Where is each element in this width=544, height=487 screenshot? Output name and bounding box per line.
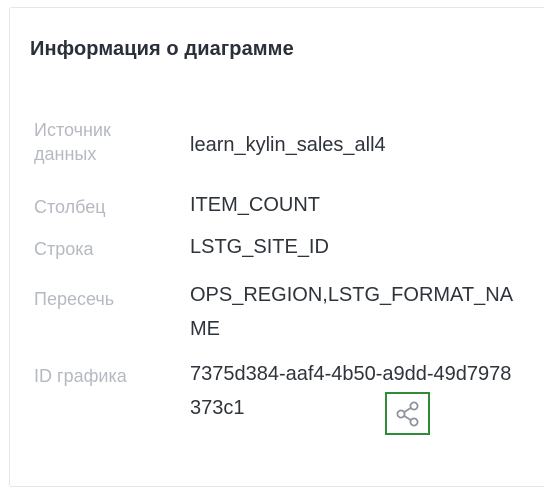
row-value-data-source: learn_kylin_sales_all4 — [190, 134, 386, 156]
share-icon — [396, 401, 418, 426]
row-label-column: Столбец — [34, 197, 106, 217]
row-label-intersect: Пересечь — [34, 289, 115, 309]
row-label-chart-id: ID графика — [34, 366, 127, 386]
panel-title: Информация о диаграмме — [30, 38, 294, 60]
row-label-row: Строка — [34, 239, 94, 259]
share-button[interactable] — [385, 392, 430, 435]
row-value-column: ITEM_COUNT — [190, 194, 320, 216]
row-value-row: LSTG_SITE_ID — [190, 236, 329, 258]
row-label-data-source: Источник данных — [34, 120, 111, 164]
row-value-chart-id: 7375d384-aaf4-4b50-a9dd-49d7978373c1 — [190, 363, 512, 419]
row-value-intersect: OPS_REGION,LSTG_FORMAT_NAME — [190, 284, 514, 340]
